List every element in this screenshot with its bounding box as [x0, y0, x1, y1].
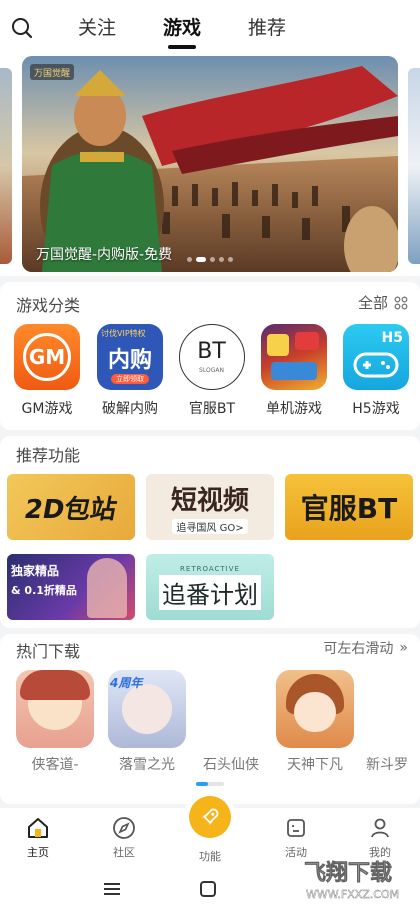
activity-icon [287, 819, 305, 837]
category-gm[interactable]: GM GM游戏 [7, 324, 87, 418]
banner-pagination [187, 257, 233, 262]
category-cracked[interactable]: 讨伐VIP特权 内购 立即领取 破解内购 [90, 324, 170, 418]
banner-logo-text: 万国觉醒 [34, 68, 70, 79]
banner-next-peek[interactable] [408, 68, 420, 264]
tab-recommend[interactable]: 推荐 [248, 13, 286, 40]
h5-gamepad-icon: H5 [343, 324, 409, 390]
category-label: 单机游戏 [266, 401, 322, 417]
game-title: 石头仙侠 [203, 757, 259, 773]
banner-carousel: 万国觉醒 万国觉醒-内购版-免费 [0, 56, 420, 276]
hot-game-item[interactable]: 侠客道- [14, 670, 96, 774]
game-title: 侠客道- [31, 757, 79, 773]
view-all-label: 全部 [357, 294, 388, 312]
feature-exclusive-picks[interactable]: 独家精品 & 0.1折精品 [7, 554, 135, 620]
view-all-categories-button[interactable]: 全部 [358, 292, 408, 313]
feature-anime-plan[interactable]: RETROACTIVE 追番计划 [146, 554, 274, 620]
game-icon: 4周年 [108, 670, 186, 748]
double-chevron-right-icon: » [399, 640, 408, 656]
menu-icon[interactable] [104, 882, 120, 896]
section-title: 热门下载 [16, 642, 81, 661]
banner-caption: 万国觉醒-内购版-免费 [36, 247, 173, 263]
category-label: GM游戏 [21, 401, 73, 417]
rocket-icon [201, 808, 219, 826]
category-label: 破解内购 [102, 401, 158, 417]
active-tab-indicator [168, 45, 196, 49]
top-nav: 关注 游戏 推荐 [0, 0, 420, 56]
game-title: 天神下凡 [287, 757, 343, 773]
tab-games[interactable]: 游戏 [163, 13, 201, 40]
category-single-player[interactable]: 单机游戏 [254, 324, 334, 418]
watermark-title: 飞翔下载 [304, 860, 392, 886]
watermark-url: WWW.FXXZ.COM [306, 888, 399, 901]
category-h5[interactable]: H5 H5游戏 [336, 324, 416, 418]
tab-functions[interactable] [189, 796, 231, 838]
hot-downloads-section: 热门下载 可左右滑动 » 侠客道- 4周年 落雪之光 石头仙侠 天神下凡 新斗罗 [0, 634, 420, 804]
game-icon [276, 670, 354, 748]
hot-game-item[interactable]: 石头仙侠 [190, 670, 272, 774]
game-title: 新斗罗 [366, 757, 408, 773]
grid-icon [394, 296, 408, 309]
category-label: H5游戏 [352, 401, 400, 417]
section-title: 游戏分类 [16, 296, 81, 315]
home-icon [28, 818, 48, 838]
banner-slide[interactable]: 万国觉醒 万国觉醒-内购版-免费 [22, 56, 398, 272]
single-player-icon [261, 324, 327, 390]
search-icon[interactable] [10, 16, 34, 40]
hot-game-item[interactable]: 4周年 落雪之光 [106, 670, 188, 774]
bt-icon: BT SLOGAN [179, 324, 245, 390]
gm-icon: GM [14, 324, 80, 390]
game-icon [366, 670, 420, 748]
category-official-bt[interactable]: BT SLOGAN 官服BT [172, 324, 252, 418]
hot-game-item[interactable]: 新斗罗 [366, 670, 420, 774]
tab-functions-label: 功能 [199, 850, 221, 863]
category-label: 官服BT [188, 401, 236, 417]
compass-icon [113, 817, 135, 839]
feature-short-video[interactable]: 短视频 追寻国风 GO> [146, 474, 274, 540]
feature-2d-pack-site[interactable]: 2D包站 [7, 474, 135, 540]
swipe-hint: 可左右滑动 » [323, 640, 408, 657]
user-icon [371, 818, 389, 838]
cracked-purchase-icon: 讨伐VIP特权 内购 立即领取 [97, 324, 163, 390]
tab-follow[interactable]: 关注 [78, 13, 116, 40]
tab-community[interactable]: 社区 [94, 816, 154, 860]
game-icon [192, 670, 270, 748]
horizontal-scroll-indicator [196, 782, 224, 786]
game-icon [16, 670, 94, 748]
banner-prev-peek[interactable] [0, 68, 12, 264]
feature-official-bt[interactable]: 官服BT [285, 474, 413, 540]
banner-art: 万国觉醒 [22, 56, 398, 272]
game-title: 落雪之光 [119, 757, 175, 773]
home-square-icon[interactable] [200, 881, 216, 897]
section-title: 推荐功能 [16, 446, 81, 465]
site-watermark: 飞翔下载 WWW.FXXZ.COM [254, 848, 420, 908]
hot-game-item[interactable]: 天神下凡 [274, 670, 356, 774]
game-categories-section: 游戏分类 全部 GM GM游戏 讨伐VIP特权 内购 立即领取 破解内购 BT … [0, 282, 420, 430]
recommended-features-section: 推荐功能 2D包站 短视频 追寻国风 GO> 官服BT 独家精品 & 0.1折精… [0, 436, 420, 628]
tab-home[interactable]: 主页 [8, 816, 68, 860]
